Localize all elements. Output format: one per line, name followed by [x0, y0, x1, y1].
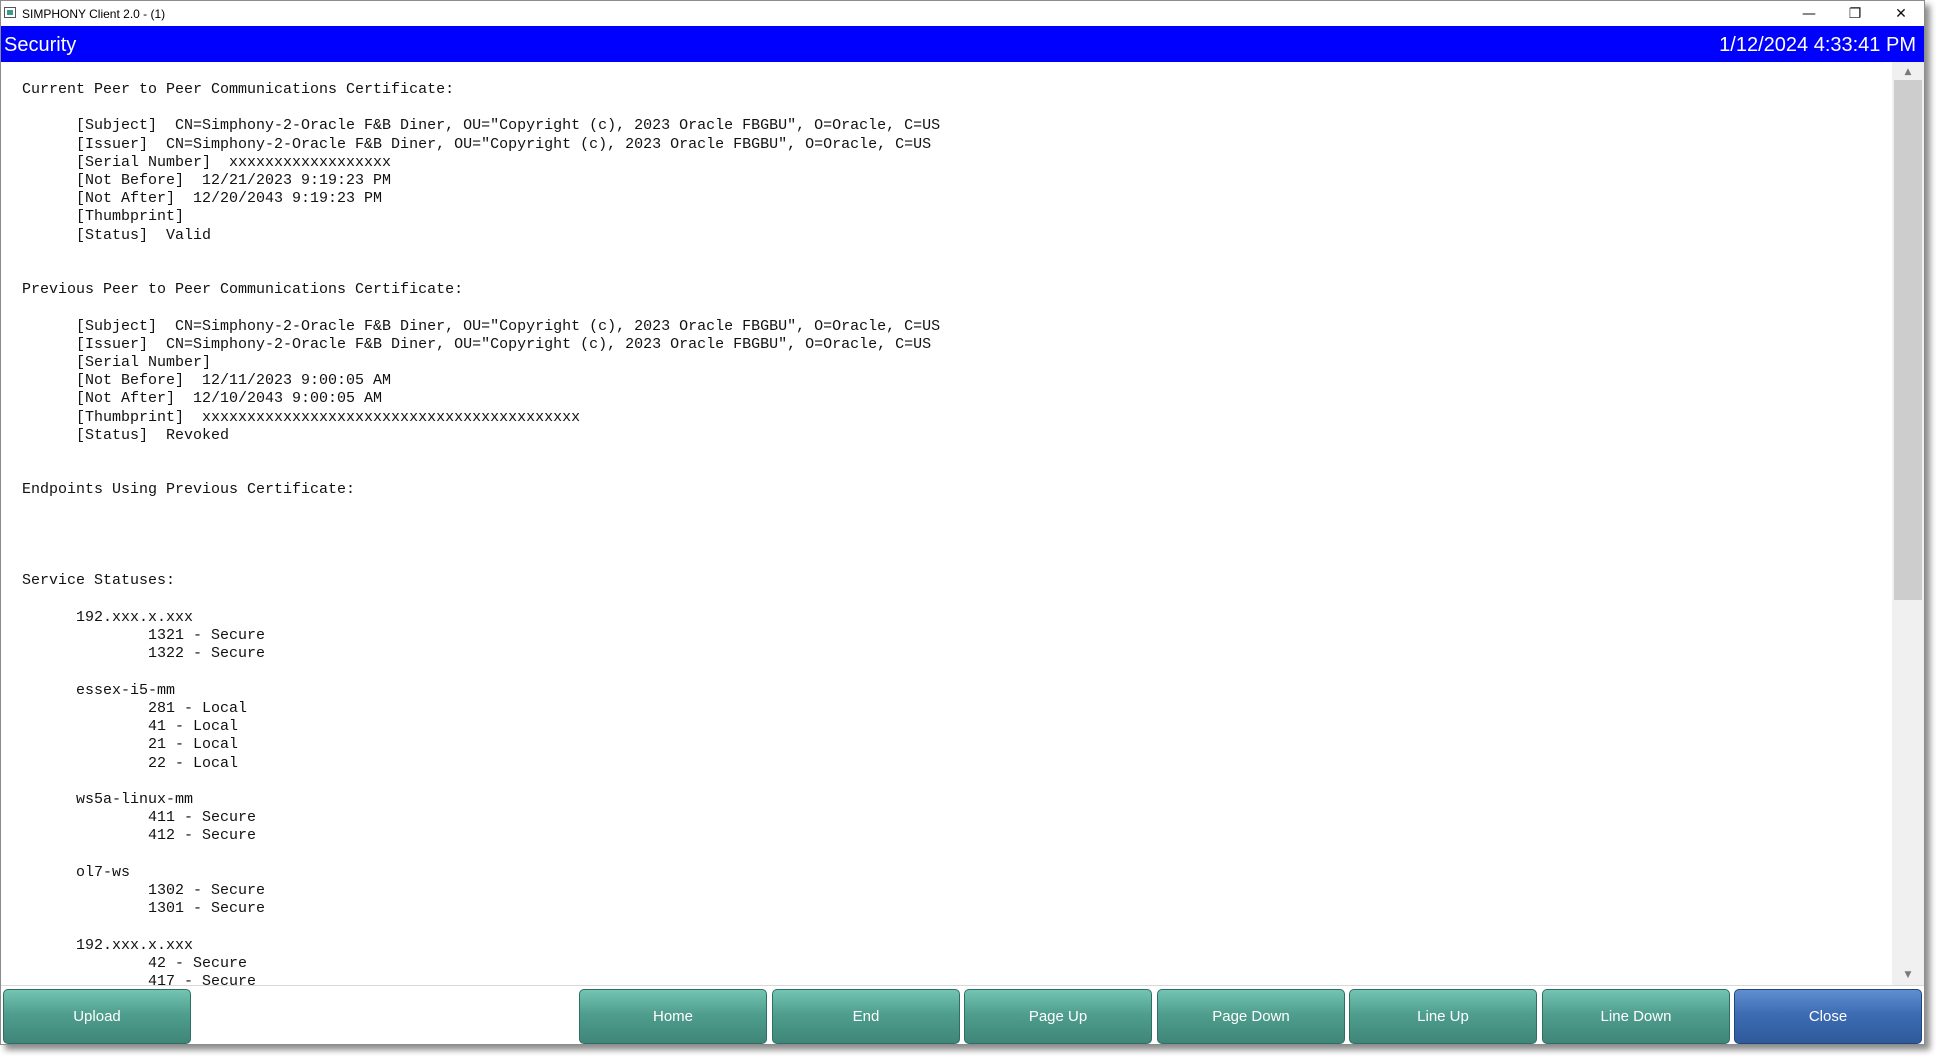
app-icon — [4, 7, 16, 18]
report-line: 411 - Secure — [22, 809, 257, 827]
window-title: SIMPHONY Client 2.0 - (1) — [22, 7, 166, 21]
report-line: 1301 - Secure — [22, 900, 266, 918]
report-line: 41 - Local — [22, 718, 239, 736]
report-line: Previous Peer to Peer Communications Cer… — [22, 281, 464, 299]
report-line: 22 - Local — [22, 754, 239, 772]
header-datetime: 1/12/2024 4:33:41 PM — [1719, 34, 1916, 56]
report-line: [Status] Revoked — [22, 426, 230, 444]
title-bar[interactable]: SIMPHONY Client 2.0 - (1) — ❐ ✕ — [1, 1, 1924, 26]
report-line: [Not After] 12/10/2043 9:00:05 AM — [22, 390, 383, 408]
page-title: Security — [4, 34, 77, 56]
report-line: [Serial Number] xxxxxxxxxxxxxxxxxx — [22, 153, 392, 171]
report-line: [Serial Number] — [22, 354, 212, 372]
page-up-button[interactable]: Page Up — [964, 989, 1152, 1044]
report-line: 281 - Local — [22, 699, 248, 717]
report-line: [Subject] CN=Simphony-2-Oracle F&B Diner… — [22, 117, 941, 135]
app-window: SIMPHONY Client 2.0 - (1) — ❐ ✕ Security… — [0, 0, 1925, 1045]
report-line: 1302 - Secure — [22, 881, 266, 899]
report-line: [Status] Valid — [22, 226, 212, 244]
report-line: ws5a-linux-mm — [22, 790, 194, 808]
report-line: [Not Before] 12/21/2023 9:19:23 PM — [22, 172, 392, 190]
report-line: 412 - Secure — [22, 827, 257, 845]
security-report-text: Current Peer to Peer Communications Cert… — [1, 62, 1891, 985]
upload-button[interactable]: Upload — [3, 989, 191, 1044]
minimize-icon[interactable]: — — [1786, 1, 1832, 26]
report-line: Service Statuses: — [22, 572, 176, 590]
report-line: 1322 - Secure — [22, 645, 266, 663]
report-line: 21 - Local — [22, 736, 239, 754]
report-line: 417 - Secure — [22, 972, 257, 985]
close-button[interactable]: Close — [1734, 989, 1922, 1044]
report-line: 192.xxx.x.xxx — [22, 608, 194, 626]
report-line: Endpoints Using Previous Certificate: — [22, 481, 356, 499]
report-line: 192.xxx.x.xxx — [22, 936, 194, 954]
report-viewport[interactable]: Current Peer to Peer Communications Cert… — [1, 62, 1891, 985]
line-up-button[interactable]: Line Up — [1349, 989, 1537, 1044]
report-line: [Subject] CN=Simphony-2-Oracle F&B Diner… — [22, 317, 941, 335]
scroll-up-arrow-icon[interactable]: ▲ — [1892, 64, 1924, 80]
report-line: ol7-ws — [22, 863, 131, 881]
report-line: [Issuer] CN=Simphony-2-Oracle F&B Diner,… — [22, 135, 932, 153]
restore-icon[interactable]: ❐ — [1832, 1, 1878, 26]
report-line: [Not After] 12/20/2043 9:19:23 PM — [22, 190, 383, 208]
scroll-thumb[interactable] — [1894, 80, 1922, 600]
home-button[interactable]: Home — [579, 989, 767, 1044]
report-line: 42 - Secure — [22, 954, 248, 972]
report-line: 1321 - Secure — [22, 627, 266, 645]
report-line: [Not Before] 12/11/2023 9:00:05 AM — [22, 372, 392, 390]
line-down-button[interactable]: Line Down — [1542, 989, 1730, 1044]
function-button-bar: Upload Home End Page Up Page Down Line U… — [1, 985, 1924, 1044]
vertical-scrollbar[interactable]: ▲ ▼ — [1892, 62, 1924, 985]
report-line: [Thumbprint] xxxxxxxxxxxxxxxxxxxxxxxxxxx… — [22, 408, 581, 426]
page-down-button[interactable]: Page Down — [1157, 989, 1345, 1044]
report-line: [Issuer] CN=Simphony-2-Oracle F&B Diner,… — [22, 335, 932, 353]
page-header: Security 1/12/2024 4:33:41 PM — [1, 26, 1924, 62]
report-line: essex-i5-mm — [22, 681, 176, 699]
close-icon[interactable]: ✕ — [1878, 1, 1924, 26]
end-button[interactable]: End — [772, 989, 960, 1044]
scroll-down-arrow-icon[interactable]: ▼ — [1892, 967, 1924, 983]
report-line: Current Peer to Peer Communications Cert… — [22, 81, 455, 98]
report-line: [Thumbprint] — [22, 208, 185, 226]
